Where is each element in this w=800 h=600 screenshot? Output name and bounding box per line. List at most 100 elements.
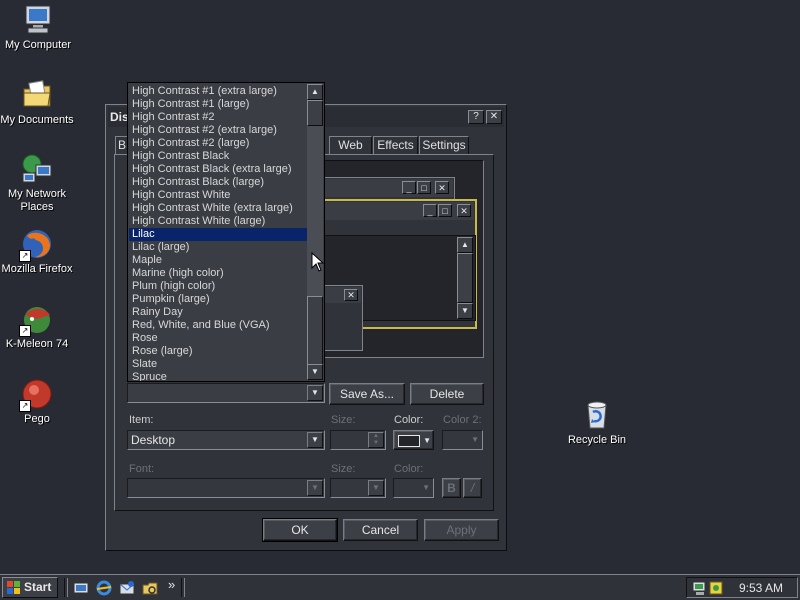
taskbar: Start » 9:53 AM [0,574,800,600]
ok-button[interactable]: OK [262,518,338,542]
firefox-icon: ↗ [19,228,53,262]
color-scheme-option[interactable]: High Contrast Black [129,150,311,163]
item-size-label: Size: [331,414,356,426]
tab-settings[interactable]: Settings [419,136,469,154]
preview-message-box: ✕ [321,285,363,351]
windows-explorer-icon[interactable] [142,580,158,596]
chevron-down-icon: ▼ [471,435,479,444]
color-scheme-option[interactable]: Rose [129,332,311,345]
color-scheme-option[interactable]: Lilac [129,228,311,241]
windows-logo-icon [7,581,20,594]
save-as-button[interactable]: Save As... [329,383,405,405]
preview-close-icon: ✕ [344,289,358,301]
item-size-stepper[interactable]: ▲ ▼ [330,430,386,450]
color-scheme-option[interactable]: High Contrast White (extra large) [129,202,311,215]
item-color2-label: Color 2: [443,414,482,426]
preview-scrollbar: ▲ ▼ [457,237,473,319]
tab-web[interactable]: Web [329,136,372,154]
item-select[interactable]: Desktop ▼ [127,430,325,450]
color-scheme-option[interactable]: High Contrast Black (large) [129,176,311,189]
desktop-icon-my-network-places[interactable]: My Network Places [0,153,75,214]
show-desktop-icon[interactable] [73,580,89,596]
outlook-express-icon[interactable] [119,580,135,596]
quicklaunch-more-chevron[interactable]: » [168,577,175,592]
preview-close-icon: ✕ [435,181,449,194]
delete-button[interactable]: Delete [410,383,484,405]
color-scheme-option[interactable]: Red, White, and Blue (VGA) [129,319,311,332]
item-label: Item: [129,414,154,426]
appearance-preview: _ □ ✕ _ □ ✕ ▲ ▼ ✕ [320,160,484,358]
desktop-icon-recycle-bin[interactable]: Recycle Bin [559,399,635,447]
scroll-up-icon[interactable]: ▲ [307,84,323,100]
font-color-picker[interactable]: ▼ [393,478,434,498]
desktop-icon-label: Pego [24,413,50,425]
desktop-icon-pego[interactable]: ↗ Pego [0,378,75,426]
desktop-icon-my-computer[interactable]: My Computer [0,4,76,52]
mouse-cursor-icon [311,252,324,272]
preview-scroll-down-icon: ▼ [457,303,473,319]
display-properties-tray-icon[interactable] [692,580,708,596]
desktop-icon-label: Mozilla Firefox [1,263,73,275]
color-scheme-combobox[interactable]: ▼ [127,383,325,403]
color-scheme-option[interactable]: High Contrast #2 (extra large) [129,124,311,137]
k-meleon-icon: ↗ [19,303,53,337]
font-size-select[interactable]: ▼ [330,478,386,498]
system-tray: 9:53 AM [686,577,798,598]
internet-explorer-icon[interactable] [96,580,112,596]
desktop-icon-label: My Documents [0,114,74,126]
scrollbar-thumb-lower[interactable] [307,296,323,366]
cancel-button[interactable]: Cancel [343,519,418,541]
color-scheme-option[interactable]: Marine (high color) [129,267,311,280]
color-scheme-dropdown-list[interactable]: High Contrast #1 (extra large) High Contr… [127,82,325,382]
desktop-icon-k-meleon[interactable]: ↗ K-Meleon 74 [0,303,75,351]
color-scheme-option[interactable]: Maple [129,254,311,267]
preview-inactive-window: _ □ ✕ [321,177,455,201]
desktop-icon-mozilla-firefox[interactable]: ↗ Mozilla Firefox [0,228,75,276]
bold-button[interactable]: B [442,478,461,498]
item-color-picker[interactable]: ▼ [393,430,434,450]
color-scheme-option[interactable]: High Contrast #1 (large) [129,98,311,111]
desktop-icon-label: My Computer [4,39,72,51]
chevron-down-icon[interactable]: ▼ [307,480,323,496]
scroll-down-icon[interactable]: ▼ [307,364,323,380]
quicklaunch-divider [64,578,68,597]
apply-button[interactable]: Apply [424,519,499,541]
spin-arrows-icon[interactable]: ▲ ▼ [368,432,384,448]
color-scheme-option[interactable]: High Contrast Black (extra large) [129,163,311,176]
computer-icon [22,4,54,36]
color-scheme-option[interactable]: High Contrast White [129,189,311,202]
close-button[interactable]: ✕ [486,110,502,124]
color-scheme-option[interactable]: Rainy Day [129,306,311,319]
color-scheme-option[interactable]: Pumpkin (large) [129,293,311,306]
chevron-down-icon[interactable]: ▼ [307,385,323,401]
color-scheme-option[interactable]: High Contrast #2 (large) [129,137,311,150]
clock[interactable]: 9:53 AM [739,581,783,595]
color-scheme-option[interactable]: Rose (large) [129,345,311,358]
color-scheme-option[interactable]: High Contrast #2 [129,111,311,124]
color-scheme-option[interactable]: High Contrast #1 (extra large) [129,85,311,98]
shortcut-arrow-icon: ↗ [19,325,31,337]
preview-maximize-icon: □ [438,204,452,217]
help-button[interactable]: ? [468,110,484,124]
color-scheme-option[interactable]: Spruce [129,371,311,381]
tab-effects[interactable]: Effects [373,136,418,154]
desktop-icon-label: K-Meleon 74 [5,338,69,350]
font-select[interactable]: ▼ [127,478,325,498]
chevron-down-icon: ▼ [422,483,430,492]
color-scheme-option[interactable]: High Contrast White (large) [129,215,311,228]
item-color2-picker[interactable]: ▼ [442,430,483,450]
color-scheme-option[interactable]: Plum (high color) [129,280,311,293]
network-tray-icon[interactable] [708,580,724,596]
italic-button[interactable]: / [463,478,482,498]
preview-minimize-icon: _ [402,181,416,194]
scrollbar-thumb[interactable] [307,100,323,126]
color-scheme-option[interactable]: Lilac (large) [129,241,311,254]
desktop-icon-my-documents[interactable]: My Documents [0,79,75,127]
shortcut-arrow-icon: ↗ [19,400,31,412]
chevron-down-icon[interactable]: ▼ [368,480,384,496]
color-scheme-option[interactable]: Slate [129,358,311,371]
start-button[interactable]: Start [2,577,58,598]
pego-icon: ↗ [19,378,53,412]
chevron-down-icon[interactable]: ▼ [307,432,323,448]
dropdown-scrollbar[interactable]: ▲ ▼ [307,84,323,380]
